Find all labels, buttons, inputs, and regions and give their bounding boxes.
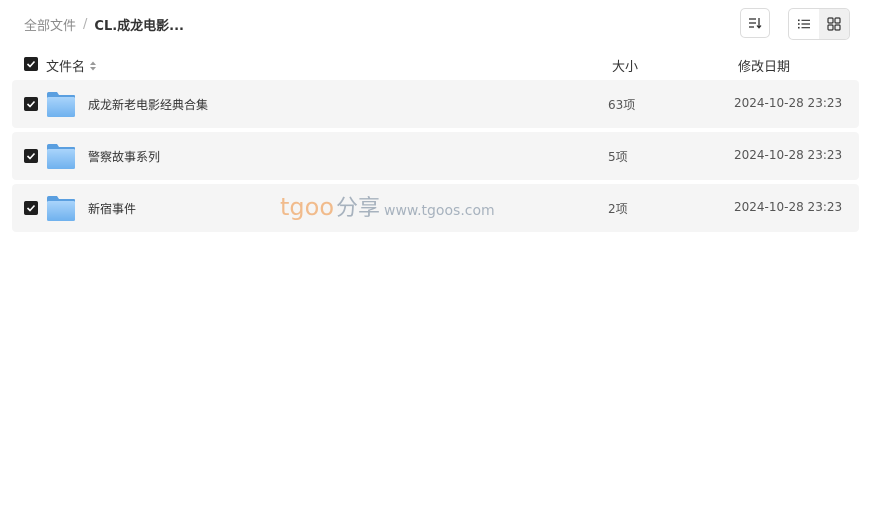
- row-date: 2024-10-28 23:23: [734, 200, 843, 214]
- list-view-icon: [798, 19, 810, 29]
- breadcrumb-separator: /: [83, 16, 88, 32]
- folder-icon: [47, 196, 75, 221]
- table-row[interactable]: 成龙新老电影经典合集 63项 2024-10-28 23:23: [12, 80, 859, 128]
- row-size: 63项: [608, 98, 636, 112]
- row-checkbox[interactable]: [24, 149, 38, 163]
- check-icon: [26, 204, 36, 212]
- sort-icon: [749, 18, 762, 29]
- file-browser: 全部文件 / CL.成龙电影... 文件名 大小 修改日期 成龙新老电影经典合集…: [0, 0, 874, 514]
- view-toggle: [788, 8, 850, 40]
- row-date: 2024-10-28 23:23: [734, 96, 843, 110]
- list-view-button[interactable]: [789, 9, 819, 39]
- sort-button[interactable]: [740, 8, 770, 38]
- row-size: 2项: [608, 202, 628, 216]
- select-all-checkbox[interactable]: [24, 57, 38, 71]
- watermark: tgoo 分享 www.tgoos.com: [280, 190, 495, 222]
- column-name-label: 文件名: [46, 60, 86, 75]
- folder-icon: [47, 92, 75, 117]
- row-checkbox[interactable]: [24, 97, 38, 111]
- row-name[interactable]: 警察故事系列: [88, 148, 160, 165]
- watermark-share: 分享: [336, 196, 381, 221]
- sort-toggle-icon: [90, 61, 97, 70]
- check-icon: [26, 152, 36, 160]
- table-header: 文件名 大小 修改日期: [0, 52, 874, 76]
- grid-view-button[interactable]: [819, 9, 849, 39]
- column-name-header[interactable]: 文件名: [46, 56, 97, 75]
- watermark-brand: tgoo: [280, 193, 335, 221]
- check-icon: [26, 100, 36, 108]
- column-date-header[interactable]: 修改日期: [738, 56, 790, 75]
- check-icon: [26, 60, 36, 68]
- row-name[interactable]: 成龙新老电影经典合集: [88, 96, 208, 113]
- breadcrumb: 全部文件 / CL.成龙电影...: [24, 14, 184, 34]
- row-size: 5项: [608, 150, 628, 164]
- breadcrumb-root-link[interactable]: 全部文件: [24, 15, 76, 34]
- row-date: 2024-10-28 23:23: [734, 148, 843, 162]
- column-size-header[interactable]: 大小: [612, 56, 638, 75]
- grid-view-icon: [827, 17, 841, 31]
- row-name[interactable]: 新宿事件: [88, 200, 136, 217]
- breadcrumb-current: CL.成龙电影...: [94, 18, 184, 34]
- folder-icon: [47, 144, 75, 169]
- table-row[interactable]: 警察故事系列 5项 2024-10-28 23:23: [12, 132, 859, 180]
- row-checkbox[interactable]: [24, 201, 38, 215]
- watermark-url: www.tgoos.com: [384, 203, 495, 219]
